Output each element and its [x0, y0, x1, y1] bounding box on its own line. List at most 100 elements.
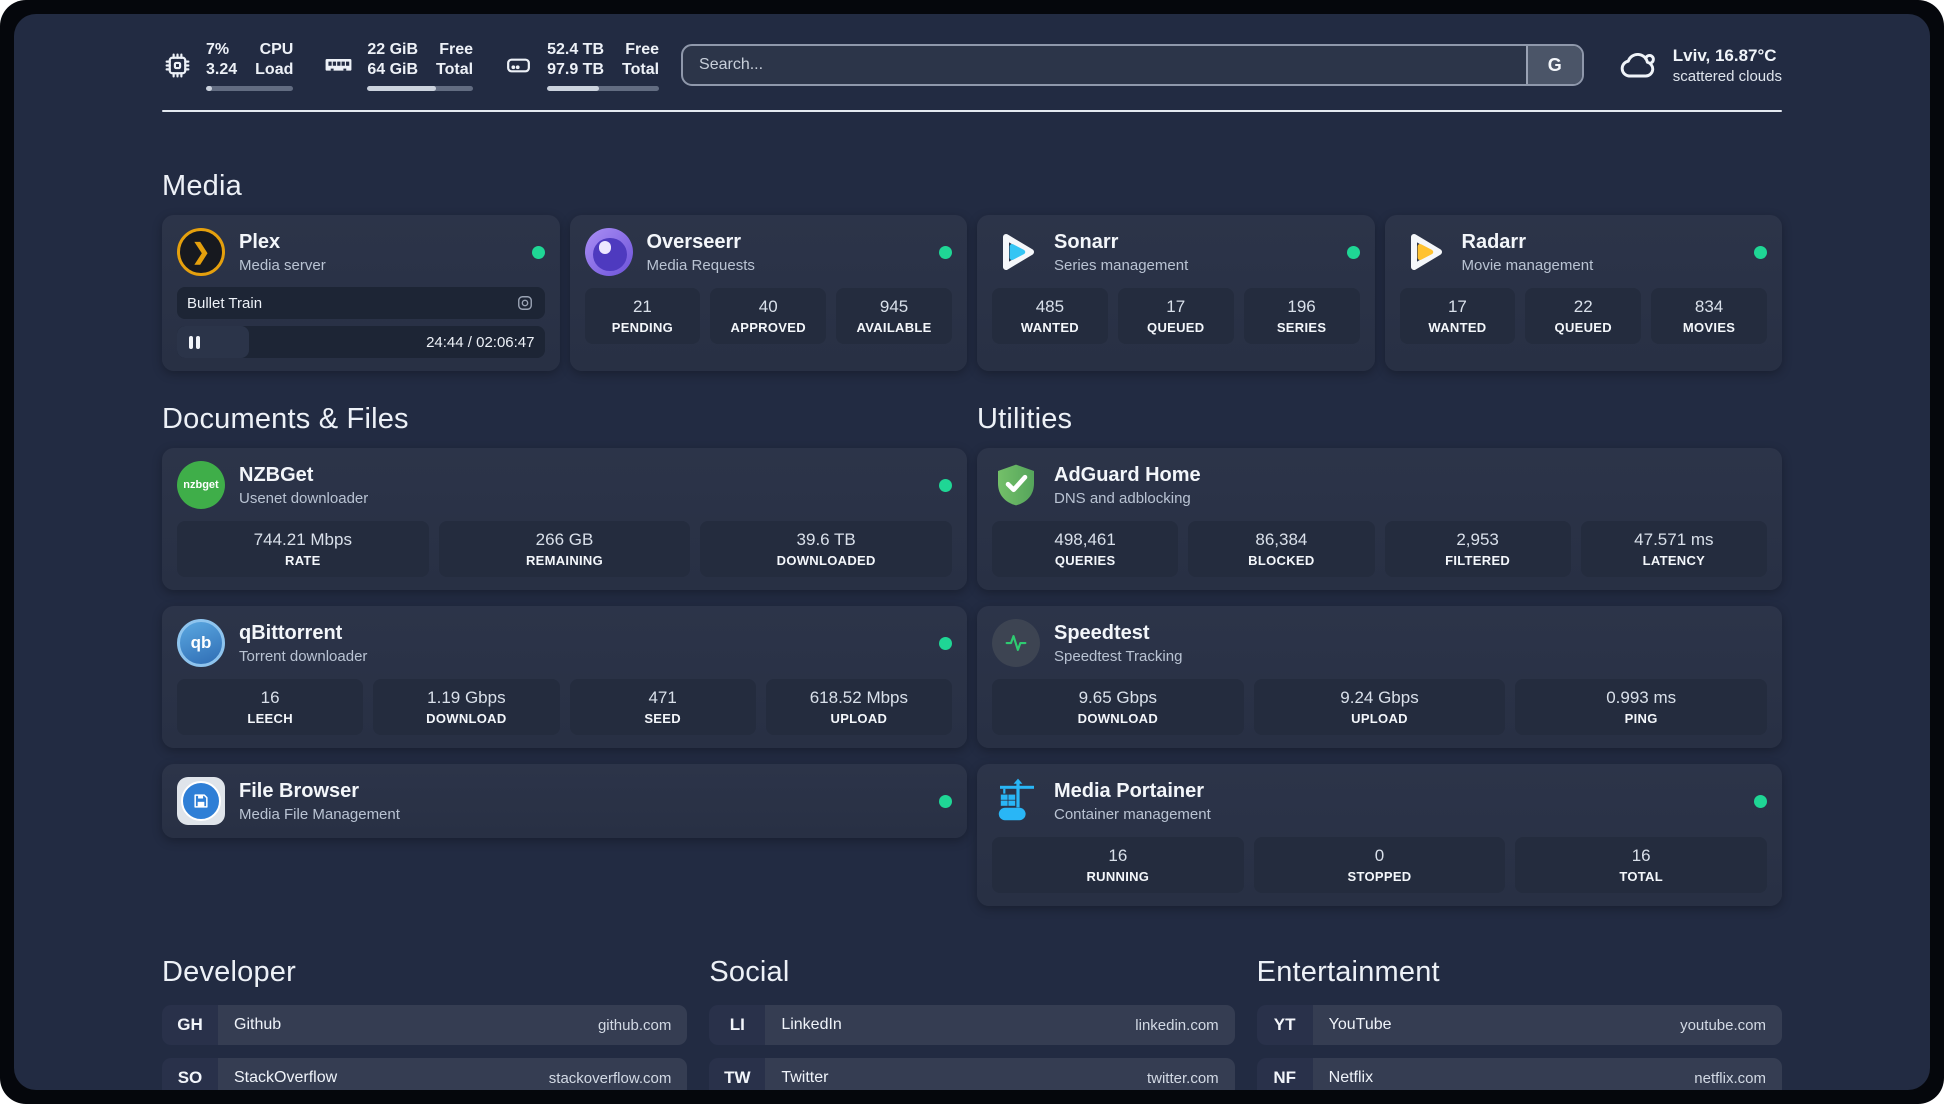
- status-dot-online: [939, 245, 952, 259]
- adguard-icon: [992, 461, 1040, 509]
- floppy-icon: [194, 794, 208, 808]
- app-description: Torrent downloader: [239, 647, 368, 665]
- stat-tile: 0.993 ms PING: [1515, 679, 1767, 735]
- bookmark-name: Twitter: [781, 1069, 829, 1086]
- filebrowser-icon: [177, 777, 225, 825]
- portainer-icon: [992, 777, 1040, 825]
- memory-free-value: 22 GiB: [367, 40, 419, 58]
- bookmark-abbr: NF: [1256, 1058, 1313, 1090]
- status-dot-online: [939, 478, 952, 492]
- app-card-nzbget[interactable]: nzbget NZBGet Usenet downloader 744.21 M…: [162, 448, 967, 590]
- bookmark-url: linkedin.com: [1135, 1016, 1219, 1034]
- bookmark-youtube[interactable]: YT YouTube youtube.com: [1256, 1005, 1782, 1045]
- status-dot-online: [1346, 245, 1360, 259]
- stat-tile: 22 QUEUED: [1525, 288, 1642, 344]
- stat-tile: 86,384 BLOCKED: [1188, 521, 1375, 577]
- stat-tile: 834 MOVIES: [1651, 288, 1767, 344]
- bookmark-url: twitter.com: [1146, 1069, 1219, 1087]
- hard-drive-icon: [507, 58, 531, 72]
- memory-total-label: Total: [436, 60, 474, 78]
- cpu-label: CPU: [259, 40, 294, 58]
- dashboard: 7% 3.24 CPU Load 22 GiB 64 GiB Free Tota…: [14, 14, 1930, 1090]
- bookmark-github[interactable]: GH Github github.com: [162, 1005, 688, 1045]
- app-description: DNS and adblocking: [1054, 489, 1191, 507]
- disk-free-label: Free: [625, 40, 660, 58]
- stat-tile: 0 STOPPED: [1253, 837, 1506, 893]
- app-card-qbittorrent[interactable]: qb qBittorrent Torrent downloader 16 LEEC…: [162, 606, 967, 748]
- app-name: Plex: [239, 230, 281, 253]
- app-description: Series management: [1054, 256, 1189, 274]
- media-card-grid: ❯ Plex Media server Bullet Train 24:44 /…: [162, 215, 1782, 371]
- app-card-adguard[interactable]: AdGuard Home DNS and adblocking 498,461 Q…: [977, 448, 1782, 590]
- weather-widget: Lviv, 16.87°C scattered clouds: [1616, 43, 1782, 87]
- bookmark-url: stackoverflow.com: [548, 1069, 672, 1087]
- stat-tile: 2,953 FILTERED: [1384, 521, 1571, 577]
- stat-tile: 196 SERIES: [1243, 288, 1360, 344]
- cpu-chip-icon: [165, 53, 190, 77]
- status-dot-online: [939, 636, 952, 650]
- ram-icon: [325, 58, 352, 71]
- stat-tile: 17 QUEUED: [1117, 288, 1234, 344]
- search-provider-button[interactable]: G: [1525, 46, 1582, 84]
- bookmark-linkedin[interactable]: LI LinkedIn linkedin.com: [709, 1005, 1235, 1045]
- app-card-radarr[interactable]: Radarr Movie management 17 WANTED 22 QUEUE…: [1384, 215, 1782, 371]
- documents-column: Documents & Files nzbget NZBGet Usenet d…: [162, 403, 967, 838]
- stat-tile: 744.21 Mbps RATE: [177, 521, 429, 577]
- app-name: qBittorrent: [239, 621, 343, 644]
- app-name: NZBGet: [239, 463, 314, 486]
- status-dot-online: [1754, 794, 1767, 808]
- app-name: Media Portainer: [1054, 779, 1205, 802]
- search-input[interactable]: [683, 46, 1526, 84]
- top-bar: 7% 3.24 CPU Load 22 GiB 64 GiB Free Tota…: [162, 36, 1782, 94]
- section-title-social: Social: [709, 956, 790, 988]
- status-dot-online: [1754, 245, 1767, 259]
- stat-tile: 266 GB REMAINING: [438, 521, 691, 577]
- bookmark-abbr: TW: [709, 1058, 766, 1090]
- stat-tile: 1.19 Gbps DOWNLOAD: [373, 679, 560, 735]
- system-stats: 7% 3.24 CPU Load 22 GiB 64 GiB Free Tota…: [162, 40, 660, 91]
- disk-free-value: 52.4 TB: [547, 40, 604, 58]
- app-card-overseerr[interactable]: Overseerr Media Requests 21 PENDING 40 APP…: [569, 215, 967, 371]
- app-description: Media server: [239, 256, 326, 274]
- stat-tile: 945 AVAILABLE: [836, 288, 952, 344]
- app-description: Media File Management: [239, 805, 400, 823]
- status-dot-online: [939, 794, 952, 808]
- section-title-utilities: Utilities: [977, 403, 1073, 435]
- app-card-plex[interactable]: ❯ Plex Media server Bullet Train 24:44 /…: [162, 215, 560, 371]
- stat-tile: 471 SEED: [569, 679, 756, 735]
- stat-tile: 17 WANTED: [1399, 288, 1516, 344]
- app-description: Container management: [1054, 805, 1211, 823]
- app-card-speedtest[interactable]: Speedtest Speedtest Tracking 9.65 Gbps DO…: [977, 606, 1782, 748]
- bookmark-abbr: LI: [709, 1005, 766, 1045]
- bookmark-url: github.com: [597, 1016, 672, 1034]
- memory-free-label: Free: [439, 40, 474, 58]
- app-card-filebrowser[interactable]: File Browser Media File Management: [162, 764, 967, 838]
- bookmark-abbr: YT: [1256, 1005, 1313, 1045]
- section-title-documents: Documents & Files: [162, 403, 409, 435]
- bookmark-name: Github: [234, 1016, 282, 1033]
- app-card-portainer[interactable]: Media Portainer Container management 16 R…: [977, 764, 1782, 906]
- bookmark-abbr: GH: [162, 1005, 218, 1045]
- cpu-stat: 7% 3.24 CPU Load: [162, 40, 294, 91]
- stat-tile: 618.52 Mbps UPLOAD: [765, 679, 952, 735]
- app-card-sonarr[interactable]: Sonarr Series management 485 WANTED 17 QUE…: [977, 215, 1375, 371]
- weather-condition: scattered clouds: [1672, 67, 1782, 85]
- entertainment-column: Entertainment YT YouTube youtube.com NF N…: [1256, 956, 1782, 1090]
- stat-tile: 16 TOTAL: [1515, 837, 1767, 893]
- playback-time: 24:44 / 02:06:47: [426, 333, 535, 351]
- stat-tile: 498,461 QUERIES: [992, 521, 1179, 577]
- stat-tile: 16 LEECH: [177, 679, 364, 735]
- pause-icon[interactable]: [187, 334, 202, 351]
- utilities-column: Utilities AdGuard Home DNS and adblockin…: [977, 403, 1782, 906]
- bookmark-netflix[interactable]: NF Netflix netflix.com: [1256, 1058, 1782, 1090]
- bookmark-twitter[interactable]: TW Twitter twitter.com: [709, 1058, 1235, 1090]
- screenshot-canvas: 7% 3.24 CPU Load 22 GiB 64 GiB Free Tota…: [0, 0, 1944, 1104]
- bookmark-name: LinkedIn: [781, 1016, 842, 1033]
- nzbget-icon: nzbget: [177, 461, 225, 509]
- cpu-progress-bar: [206, 85, 294, 91]
- bookmark-stackoverflow[interactable]: SO StackOverflow stackoverflow.com: [162, 1058, 688, 1090]
- cpu-percent: 7%: [206, 40, 230, 58]
- weather-location: Lviv, 16.87°C: [1672, 45, 1777, 65]
- stat-tile: 39.6 TB DOWNLOADED: [700, 521, 952, 577]
- bookmark-name: Netflix: [1328, 1069, 1374, 1086]
